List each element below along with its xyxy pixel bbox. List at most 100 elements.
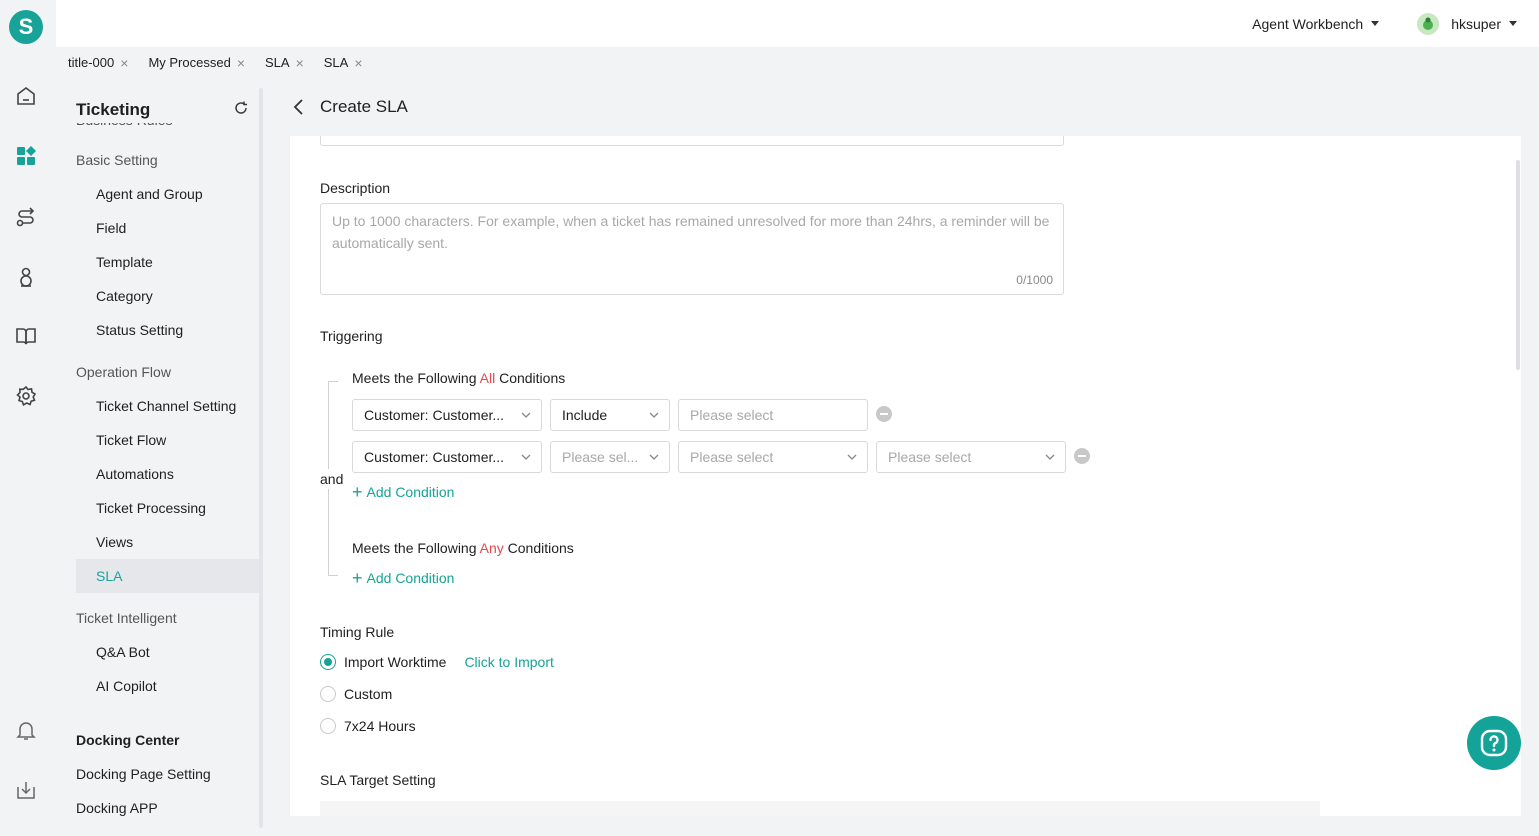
user-group-icon[interactable] xyxy=(14,265,38,289)
avatar[interactable] xyxy=(1417,12,1440,35)
condition2-value2-select[interactable]: Please select xyxy=(876,441,1066,473)
app-logo[interactable]: S xyxy=(9,10,43,44)
condition2-operator-placeholder: Please sel... xyxy=(562,449,639,465)
sidebar-item-ticket-processing[interactable]: Ticket Processing xyxy=(76,491,261,525)
condition2-field-select[interactable]: Customer: Customer... xyxy=(352,441,542,473)
top-bar: Agent Workbench hksuper xyxy=(56,0,1539,47)
triggering-label: Triggering xyxy=(320,328,383,344)
any-conditions-prefix: Meets the Following xyxy=(352,540,480,556)
all-word: All xyxy=(479,370,496,386)
content-scrollbar[interactable] xyxy=(1516,160,1520,370)
tab-sla[interactable]: SLA × xyxy=(265,55,304,71)
tab-label: title-000 xyxy=(68,55,115,70)
user-menu-dropdown[interactable]: hksuper xyxy=(1451,16,1517,32)
sidebar-item-template[interactable]: Template xyxy=(76,245,261,279)
sla-target-table xyxy=(320,801,1320,816)
menu-title: Ticketing xyxy=(76,100,151,119)
radio-7x24-hours[interactable]: 7x24 Hours xyxy=(320,718,416,734)
tab-label: SLA xyxy=(323,55,349,70)
condition1-value-placeholder: Please select xyxy=(690,407,774,423)
name-input[interactable] xyxy=(320,136,1064,146)
sidebar-scrollbar[interactable] xyxy=(259,88,263,828)
radio-button[interactable] xyxy=(320,654,336,670)
condition1-field-select[interactable]: Customer: Customer... xyxy=(352,399,542,431)
gear-icon[interactable] xyxy=(14,384,38,408)
book-icon[interactable] xyxy=(14,324,38,348)
condition1-value-select[interactable]: Please select xyxy=(678,399,868,431)
radio-label: Custom xyxy=(344,686,393,702)
route-icon[interactable] xyxy=(14,205,38,229)
condition2-operator-select[interactable]: Please sel... xyxy=(550,441,670,473)
page-tabs: title-000 × My Processed × SLA × SLA × xyxy=(56,47,1539,78)
sidebar-item-views[interactable]: Views xyxy=(76,525,261,559)
condition1-operator-select[interactable]: Include xyxy=(550,399,670,431)
close-icon[interactable]: × xyxy=(120,55,128,71)
sidebar-item-ai-copilot[interactable]: AI Copilot xyxy=(76,669,261,703)
menu-group-business-rules[interactable]: Business Rules xyxy=(76,123,261,135)
refresh-icon[interactable] xyxy=(234,101,250,117)
form-card: Description Up to 1000 characters. For e… xyxy=(290,136,1521,816)
close-icon[interactable]: × xyxy=(354,55,362,71)
chevron-down-icon xyxy=(521,454,531,460)
any-conditions-suffix: Conditions xyxy=(503,540,574,556)
condition2-value-placeholder: Please select xyxy=(690,449,774,465)
radio-import-worktime[interactable]: Import Worktime Click to Import xyxy=(320,654,554,670)
all-conditions-prefix: Meets the Following xyxy=(352,370,480,386)
tab-label: My Processed xyxy=(148,55,231,70)
description-textarea[interactable]: Up to 1000 characters. For example, when… xyxy=(320,203,1064,295)
caret-down-icon xyxy=(1509,21,1517,26)
plus-icon: + xyxy=(352,568,363,588)
menu-group-operation-flow: Operation Flow xyxy=(76,364,171,380)
remove-condition-icon[interactable] xyxy=(876,406,892,422)
chevron-down-icon xyxy=(521,412,531,418)
add-condition-any-button[interactable]: + Add Condition xyxy=(352,568,455,588)
page-header: Create SLA xyxy=(266,78,1539,136)
tab-my-processed[interactable]: My Processed × xyxy=(148,55,245,71)
plus-icon: + xyxy=(352,482,363,502)
radio-button[interactable] xyxy=(320,686,336,702)
help-button[interactable] xyxy=(1467,716,1521,770)
condition2-value-select[interactable]: Please select xyxy=(678,441,868,473)
menu-group-ticket-intelligent: Ticket Intelligent xyxy=(76,610,177,626)
condition2-field-value: Customer: Customer... xyxy=(364,449,505,465)
all-conditions-heading: Meets the Following All Conditions xyxy=(352,370,565,386)
side-menu: Ticketing Business Rules Basic Setting A… xyxy=(56,78,266,836)
sidebar-item-agent-and-group[interactable]: Agent and Group xyxy=(76,177,261,211)
radio-custom[interactable]: Custom xyxy=(320,686,392,702)
remove-condition-icon[interactable] xyxy=(1074,448,1090,464)
sidebar-item-docking-page-setting[interactable]: Docking Page Setting xyxy=(76,757,261,791)
menu-heading-docking-center: Docking Center xyxy=(76,732,180,748)
agent-workbench-dropdown[interactable]: Agent Workbench xyxy=(1252,16,1380,32)
tab-sla-2[interactable]: SLA × xyxy=(324,55,363,71)
radio-button[interactable] xyxy=(320,718,336,734)
caret-down-icon xyxy=(1371,21,1380,26)
home-icon[interactable] xyxy=(14,84,38,108)
add-condition-label: Add Condition xyxy=(366,570,455,586)
sidebar-item-sla[interactable]: SLA xyxy=(76,559,261,593)
sidebar-item-ticket-channel-setting[interactable]: Ticket Channel Setting xyxy=(76,389,261,423)
download-icon[interactable] xyxy=(14,778,38,802)
close-icon[interactable]: × xyxy=(237,55,245,71)
click-to-import-link[interactable]: Click to Import xyxy=(464,654,553,670)
close-icon[interactable]: × xyxy=(296,55,304,71)
char-counter: 0/1000 xyxy=(1016,273,1053,287)
sidebar-item-qa-bot[interactable]: Q&A Bot xyxy=(76,635,261,669)
sidebar-item-ticket-flow[interactable]: Ticket Flow xyxy=(76,423,261,457)
sidebar-item-automations[interactable]: Automations xyxy=(76,457,261,491)
timing-rule-label: Timing Rule xyxy=(320,624,395,640)
condition1-operator-value: Include xyxy=(562,407,608,423)
radio-label: 7x24 Hours xyxy=(344,718,416,734)
sidebar-item-status-setting[interactable]: Status Setting xyxy=(76,313,261,347)
bell-icon[interactable] xyxy=(14,718,38,742)
add-condition-all-button[interactable]: + Add Condition xyxy=(352,482,455,502)
sidebar-item-docking-app[interactable]: Docking APP xyxy=(76,791,261,825)
add-condition-label: Add Condition xyxy=(366,484,455,500)
dashboard-icon[interactable] xyxy=(14,144,38,168)
sla-target-setting-label: SLA Target Setting xyxy=(320,772,436,788)
back-arrow-icon[interactable] xyxy=(290,98,308,116)
tab-title-000[interactable]: title-000 × xyxy=(68,55,128,71)
sidebar-item-category[interactable]: Category xyxy=(76,279,261,313)
main-content: Create SLA Description Up to 1000 charac… xyxy=(266,78,1539,836)
sidebar-item-field[interactable]: Field xyxy=(76,211,261,245)
page-title: Create SLA xyxy=(320,97,408,116)
